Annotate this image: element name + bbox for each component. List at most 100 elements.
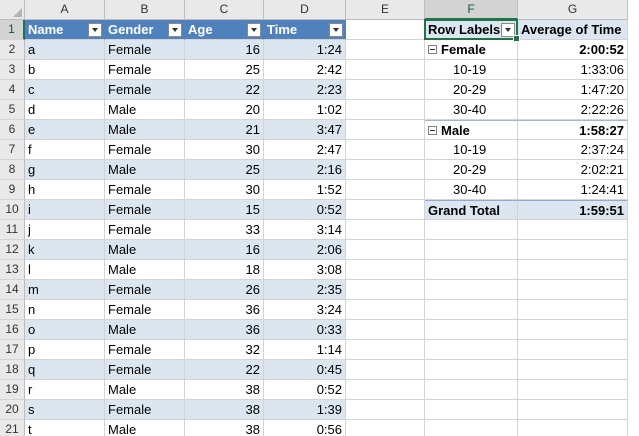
table-cell[interactable]: 1:14 [264, 340, 346, 360]
table-cell[interactable]: 38 [185, 400, 264, 420]
table-cell[interactable]: 36 [185, 320, 264, 340]
table-cell[interactable]: 16 [185, 240, 264, 260]
table-cell[interactable]: Female [105, 340, 185, 360]
table-cell[interactable]: 22 [185, 80, 264, 100]
empty-cell[interactable] [425, 260, 518, 280]
column-header-c[interactable]: C [185, 0, 264, 20]
table-cell[interactable]: 0:52 [264, 380, 346, 400]
empty-cell[interactable] [425, 220, 518, 240]
pivot-grand-total-label[interactable]: Grand Total [425, 200, 518, 220]
empty-cell[interactable] [346, 20, 425, 40]
table-cell[interactable]: q [25, 360, 105, 380]
table-cell[interactable]: 2:42 [264, 60, 346, 80]
empty-cell[interactable] [425, 380, 518, 400]
column-header-e[interactable]: E [346, 0, 425, 20]
table-cell[interactable]: Male [105, 420, 185, 436]
table-cell[interactable]: 2:06 [264, 240, 346, 260]
table-cell[interactable]: Female [105, 140, 185, 160]
table-cell[interactable]: n [25, 300, 105, 320]
row-header[interactable]: 10 [0, 200, 25, 220]
table-cell[interactable]: 2:23 [264, 80, 346, 100]
empty-cell[interactable] [346, 260, 425, 280]
table-cell[interactable]: 38 [185, 380, 264, 400]
table-cell[interactable]: s [25, 400, 105, 420]
empty-cell[interactable] [346, 80, 425, 100]
table-cell[interactable]: 25 [185, 160, 264, 180]
table-cell[interactable]: i [25, 200, 105, 220]
table-cell[interactable]: 15 [185, 200, 264, 220]
table-cell[interactable]: r [25, 380, 105, 400]
table-cell[interactable]: Female [105, 40, 185, 60]
row-header[interactable]: 2 [0, 40, 25, 60]
table-cell[interactable]: 20 [185, 100, 264, 120]
table-cell[interactable]: 0:52 [264, 200, 346, 220]
row-header[interactable]: 11 [0, 220, 25, 240]
table-cell[interactable]: 26 [185, 280, 264, 300]
table-cell[interactable]: t [25, 420, 105, 436]
table-cell[interactable]: Female [105, 60, 185, 80]
row-header[interactable]: 6 [0, 120, 25, 140]
table-cell[interactable]: g [25, 160, 105, 180]
table-cell[interactable]: Male [105, 100, 185, 120]
pivot-subitem-label[interactable]: 20-29 [425, 160, 518, 180]
empty-cell[interactable] [425, 240, 518, 260]
table-cell[interactable]: 16 [185, 40, 264, 60]
empty-cell[interactable] [518, 220, 628, 240]
table-cell[interactable]: 36 [185, 300, 264, 320]
table-cell[interactable]: h [25, 180, 105, 200]
empty-cell[interactable] [425, 320, 518, 340]
column-header-g[interactable]: G [518, 0, 628, 20]
table-cell[interactable]: 21 [185, 120, 264, 140]
empty-cell[interactable] [346, 200, 425, 220]
filter-dropdown-icon[interactable] [168, 23, 182, 37]
column-header-d[interactable]: D [264, 0, 346, 20]
table-cell[interactable]: 3:24 [264, 300, 346, 320]
empty-cell[interactable] [518, 400, 628, 420]
empty-cell[interactable] [346, 280, 425, 300]
empty-cell[interactable] [518, 300, 628, 320]
table-cell[interactable]: 3:08 [264, 260, 346, 280]
table-cell[interactable]: j [25, 220, 105, 240]
row-header[interactable]: 20 [0, 400, 25, 420]
collapse-minus-icon[interactable] [428, 45, 437, 54]
column-header-a[interactable]: A [25, 0, 105, 20]
empty-cell[interactable] [346, 100, 425, 120]
row-header[interactable]: 7 [0, 140, 25, 160]
empty-cell[interactable] [518, 360, 628, 380]
empty-cell[interactable] [346, 340, 425, 360]
table-cell[interactable]: 0:33 [264, 320, 346, 340]
row-header[interactable]: 3 [0, 60, 25, 80]
table-cell[interactable]: f [25, 140, 105, 160]
pivot-filter-dropdown-icon[interactable] [501, 23, 515, 37]
table-cell[interactable]: 2:47 [264, 140, 346, 160]
empty-cell[interactable] [518, 320, 628, 340]
row-header[interactable]: 17 [0, 340, 25, 360]
table-cell[interactable]: 0:56 [264, 420, 346, 436]
column-header-b[interactable]: B [105, 0, 185, 20]
row-header[interactable]: 5 [0, 100, 25, 120]
pivot-group-female[interactable]: Female [425, 40, 518, 60]
empty-cell[interactable] [346, 400, 425, 420]
pivot-subitem-label[interactable]: 30-40 [425, 100, 518, 120]
table-cell[interactable]: 3:47 [264, 120, 346, 140]
table-cell[interactable]: 25 [185, 60, 264, 80]
empty-cell[interactable] [518, 280, 628, 300]
table-cell[interactable]: 30 [185, 180, 264, 200]
table-cell[interactable]: Female [105, 180, 185, 200]
pivot-subitem-label[interactable]: 20-29 [425, 80, 518, 100]
table-cell[interactable]: p [25, 340, 105, 360]
empty-cell[interactable] [518, 240, 628, 260]
filter-dropdown-icon[interactable] [329, 23, 343, 37]
table-cell[interactable]: 1:24 [264, 40, 346, 60]
column-header-f[interactable]: F [425, 0, 518, 20]
table-cell[interactable]: o [25, 320, 105, 340]
empty-cell[interactable] [518, 420, 628, 436]
table-cell[interactable]: Female [105, 280, 185, 300]
table-cell[interactable]: 33 [185, 220, 264, 240]
table-cell[interactable]: Female [105, 300, 185, 320]
pivot-subitem-label[interactable]: 10-19 [425, 60, 518, 80]
table-cell[interactable]: b [25, 60, 105, 80]
table-cell[interactable]: Female [105, 360, 185, 380]
table-cell[interactable]: 18 [185, 260, 264, 280]
empty-cell[interactable] [346, 40, 425, 60]
